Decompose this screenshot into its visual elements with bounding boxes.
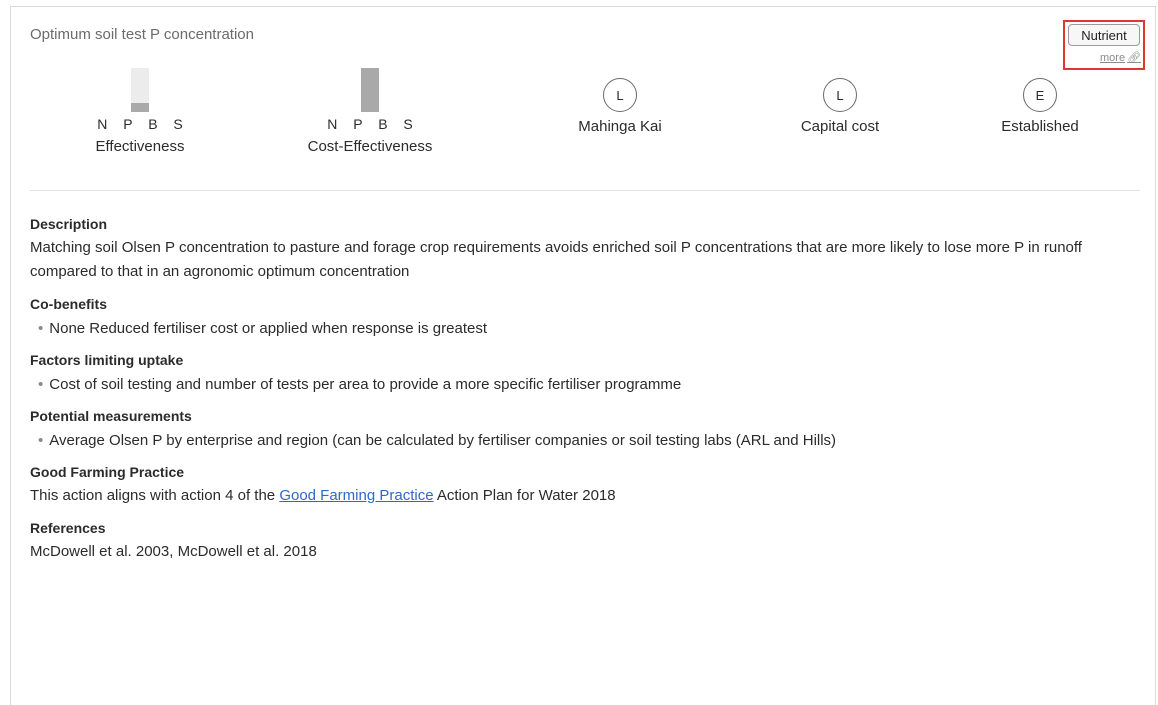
mahinga-kai-badge: L xyxy=(603,78,637,112)
effectiveness-bar xyxy=(131,68,149,112)
cobenefits-heading: Co-benefits xyxy=(30,296,107,312)
metric-capital-cost: L Capital cost xyxy=(730,68,950,135)
capital-cost-label: Capital cost xyxy=(800,118,880,135)
divider xyxy=(30,190,1140,191)
references-text: McDowell et al. 2003, McDowell et al. 20… xyxy=(30,543,317,560)
measurement-text: Average Olsen P by enterprise and region… xyxy=(49,432,837,449)
description-text: Matching soil Olsen P concentration to p… xyxy=(30,239,1082,280)
established-badge: E xyxy=(1023,78,1057,112)
cost-effectiveness-label: Cost-Effectiveness xyxy=(307,138,433,155)
cost-effectiveness-bar xyxy=(361,68,379,112)
capital-cost-badge: L xyxy=(823,78,857,112)
list-item: • None Reduced fertiliser cost or applied… xyxy=(38,320,488,337)
practice-title: Optimum soil test P concentration xyxy=(30,26,254,43)
measurements-heading: Potential measurements xyxy=(30,408,192,424)
nutrient-tag-button[interactable]: Nutrient xyxy=(1068,24,1140,46)
gfp-text: This action aligns with action 4 of the … xyxy=(30,487,616,504)
metric-effectiveness: N P B S Effectiveness xyxy=(30,68,250,155)
description-heading: Description xyxy=(30,216,108,232)
gfp-heading: Good Farming Practice xyxy=(30,464,185,480)
metric-cost-effectiveness: N P B S Cost-Effectiveness xyxy=(260,68,480,155)
cost-effectiveness-bar-fill xyxy=(361,68,379,112)
cost-effectiveness-letters: N P B S xyxy=(327,116,419,132)
good-farming-practice-link[interactable]: Good Farming Practice xyxy=(279,487,433,504)
list-item: • Average Olsen P by enterprise and regio… xyxy=(38,432,837,449)
established-label: Established xyxy=(1001,118,1079,135)
details: Description Matching soil Olsen P concen… xyxy=(30,210,1140,564)
effectiveness-label: Effectiveness xyxy=(95,138,185,155)
references-heading: References xyxy=(30,520,106,536)
link-icon: 🔗︎ xyxy=(1127,52,1142,64)
metric-mahinga-kai: L Mahinga Kai xyxy=(510,68,730,135)
effectiveness-bar-fill xyxy=(131,103,149,112)
more-link[interactable]: more 🔗︎ xyxy=(1100,51,1142,65)
factor-text: Cost of soil testing and number of tests… xyxy=(49,376,682,393)
cobenefit-text: None Reduced fertiliser cost or applied … xyxy=(49,320,488,337)
list-item: • Cost of soil testing and number of test… xyxy=(38,376,682,393)
mahinga-kai-label: Mahinga Kai xyxy=(578,118,662,135)
metrics-row: N P B S Effectiveness N P B S Cost-Effec… xyxy=(30,68,1140,188)
factors-heading: Factors limiting uptake xyxy=(30,352,184,368)
more-link-label: more xyxy=(1100,51,1126,64)
effectiveness-letters: N P B S xyxy=(97,116,189,132)
metric-established: E Established xyxy=(930,68,1150,135)
